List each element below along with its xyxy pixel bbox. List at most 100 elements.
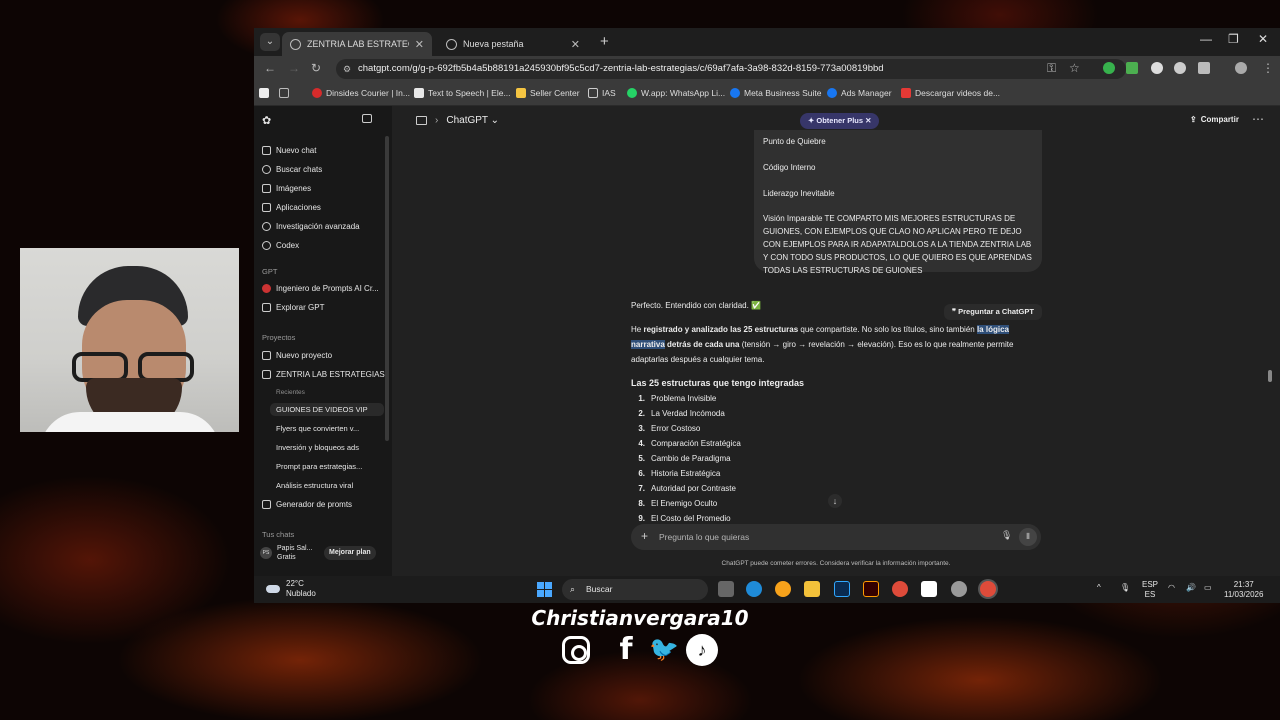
browser-window: ⌄ ZENTRIA LAB ESTRATEGIAS - C ✕ Nueva pe… bbox=[254, 28, 1280, 576]
tab-search-icon[interactable]: ⌄ bbox=[260, 33, 280, 51]
sidebar-item-research[interactable]: Investigación avanzada bbox=[262, 222, 360, 231]
check-extension-icon[interactable] bbox=[1126, 62, 1138, 74]
user-message-bubble: Punto de Quiebre Código Interno Liderazg… bbox=[754, 130, 1042, 275]
close-window-icon[interactable]: ✕ bbox=[1258, 32, 1268, 46]
mic-tray-icon[interactable]: 🎙 bbox=[1120, 583, 1130, 593]
wifi-icon[interactable]: ◠ bbox=[1168, 583, 1175, 593]
recent-chat-item[interactable]: GUIONES DE VIDEOS VIP bbox=[270, 403, 384, 416]
minimize-icon[interactable]: — bbox=[1200, 32, 1212, 46]
prompt-input[interactable] bbox=[659, 529, 959, 545]
facebook-icon: f bbox=[619, 632, 633, 667]
close-tab-icon[interactable]: ✕ bbox=[415, 38, 424, 51]
sidebar-item-new-chat[interactable]: Nuevo chat bbox=[262, 146, 316, 155]
url-field[interactable]: ⚙ chatgpt.com/g/g-p-692fb5b4a5b88191a245… bbox=[336, 59, 1126, 79]
reload-icon[interactable]: ↻ bbox=[311, 61, 321, 75]
twitter-icon: 🐦 bbox=[649, 636, 679, 663]
menu-kebab-icon[interactable]: ⋮ bbox=[1262, 61, 1274, 75]
edge-icon[interactable] bbox=[746, 581, 762, 597]
grid-icon bbox=[262, 303, 271, 312]
openai-logo-icon[interactable]: ✿ bbox=[262, 114, 271, 127]
chat-scrollbar[interactable] bbox=[1268, 370, 1272, 382]
pen-extension-icon[interactable] bbox=[1174, 62, 1186, 74]
puzzle-extension-icon[interactable] bbox=[1198, 62, 1210, 74]
tray-chevron-icon[interactable]: ^ bbox=[1097, 583, 1101, 593]
bookmark-meta-business[interactable]: Meta Business Suite bbox=[730, 88, 821, 98]
volume-icon[interactable]: 🔊 bbox=[1186, 583, 1196, 593]
bookmark-whatsapp[interactable]: W.app: WhatsApp Li... bbox=[627, 88, 725, 98]
file-explorer-icon[interactable] bbox=[804, 581, 820, 597]
sidebar-item-project-zentria[interactable]: ZENTRIA LAB ESTRATEGIAS bbox=[262, 370, 385, 379]
folder-icon[interactable] bbox=[416, 116, 427, 125]
shield-extension-icon[interactable] bbox=[1103, 62, 1115, 74]
tab-new[interactable]: Nueva pestaña ✕ bbox=[438, 32, 588, 56]
recent-chat-item[interactable]: Análisis estructura viral bbox=[276, 481, 353, 490]
chrome-active-icon[interactable] bbox=[980, 581, 996, 597]
photoshop-icon[interactable] bbox=[834, 581, 850, 597]
task-view-icon[interactable] bbox=[718, 581, 734, 597]
chrome-icon[interactable] bbox=[892, 581, 908, 597]
battery-icon[interactable]: ▭ bbox=[1204, 583, 1212, 593]
restore-icon[interactable]: ❐ bbox=[1228, 32, 1239, 46]
close-sidebar-icon[interactable] bbox=[362, 114, 372, 123]
sidebar-item-explore-gpt[interactable]: Explorar GPT bbox=[262, 303, 324, 312]
sidebar-item-search-chats[interactable]: Buscar chats bbox=[262, 165, 322, 174]
bookmark-star-icon[interactable]: ☆ bbox=[1069, 61, 1080, 75]
recent-chat-item[interactable]: Inversión y bloqueos ads bbox=[276, 443, 359, 452]
bookmark-seller-center[interactable]: Seller Center bbox=[516, 88, 580, 98]
message-line: Código Interno bbox=[763, 162, 816, 172]
sidebar-item-codex[interactable]: Codex bbox=[262, 241, 299, 250]
profile-avatar-icon[interactable] bbox=[1235, 62, 1247, 74]
assistant-paragraph: He registrado y analizado las 25 estruct… bbox=[631, 325, 1014, 364]
share-button[interactable]: ⇪ Compartir bbox=[1190, 115, 1239, 124]
get-plus-button[interactable]: ✦ Obtener Plus ✕ bbox=[800, 113, 880, 129]
new-tab-icon[interactable]: + bbox=[600, 33, 609, 50]
attach-plus-icon[interactable]: + bbox=[641, 529, 648, 543]
upgrade-plan-button[interactable]: Mejorar plan bbox=[324, 546, 376, 560]
tab-label: ZENTRIA LAB ESTRATEGIAS - C bbox=[307, 39, 409, 49]
extension-icon[interactable] bbox=[1151, 62, 1163, 74]
forward-icon[interactable]: → bbox=[288, 61, 300, 75]
user-profile[interactable]: PS Papis Sal... Gratis bbox=[260, 544, 312, 562]
search-app-icon[interactable] bbox=[775, 581, 791, 597]
sidebar-item-images[interactable]: Imágenes bbox=[262, 184, 311, 193]
section-header-projects: Proyectos bbox=[262, 333, 296, 342]
close-tab-icon[interactable]: ✕ bbox=[571, 38, 580, 51]
microphone-icon[interactable]: 🎙 bbox=[1001, 530, 1012, 541]
apps-grid-icon[interactable] bbox=[279, 88, 289, 98]
bookmark-dinsides[interactable]: Dinsides Courier | In... bbox=[312, 88, 410, 98]
search-icon: ⌕ bbox=[570, 584, 576, 594]
bookmark-folder-ias[interactable]: IAS bbox=[588, 88, 616, 98]
disclaimer-text: ChatGPT puede cometer errores. Considera… bbox=[721, 560, 951, 567]
sidebar-scrollbar[interactable] bbox=[385, 136, 389, 441]
key-icon[interactable]: ⚿ bbox=[1047, 61, 1056, 76]
scroll-down-icon[interactable]: ↓ bbox=[828, 494, 842, 508]
notion-icon[interactable] bbox=[921, 581, 937, 597]
sidebar-item-generator[interactable]: Generador de promts bbox=[262, 500, 352, 509]
taskbar-search[interactable]: ⌕ Buscar bbox=[562, 579, 708, 600]
more-options-icon[interactable]: ⋯ bbox=[1252, 112, 1264, 126]
site-info-icon[interactable]: ⚙ bbox=[343, 59, 351, 79]
address-bar-row: ← → ↻ ⚙ chatgpt.com/g/g-p-692fb5b4a5b881… bbox=[254, 56, 1280, 82]
recent-chat-item[interactable]: Flyers que convierten v... bbox=[276, 424, 359, 433]
bookmark-square-icon[interactable] bbox=[259, 88, 269, 98]
recent-chat-item[interactable]: Prompt para estrategias... bbox=[276, 462, 362, 471]
chatgpt-app-icon[interactable] bbox=[951, 581, 967, 597]
sidebar-item-new-project[interactable]: Nuevo proyecto bbox=[262, 351, 332, 360]
ask-chatgpt-button[interactable]: ❞ Preguntar a ChatGPT bbox=[944, 304, 1042, 320]
avatar: PS bbox=[260, 547, 272, 559]
windows-start-icon[interactable] bbox=[537, 582, 552, 597]
list-item: 6. Historia Estratégica bbox=[638, 469, 721, 478]
bookmark-ads-manager[interactable]: Ads Manager bbox=[827, 88, 892, 98]
tab-zentria[interactable]: ZENTRIA LAB ESTRATEGIAS - C ✕ bbox=[282, 32, 432, 56]
model-selector[interactable]: ChatGPT ⌄ bbox=[446, 115, 499, 126]
clock[interactable]: 21:37 11/03/2026 bbox=[1224, 580, 1263, 600]
language-indicator[interactable]: ESP ES bbox=[1142, 580, 1158, 600]
sidebar-item-apps[interactable]: Aplicaciones bbox=[262, 203, 321, 212]
bookmark-descargar-videos[interactable]: Descargar videos de... bbox=[901, 88, 1000, 98]
voice-mode-icon[interactable]: ⦀ bbox=[1019, 528, 1037, 546]
weather-widget[interactable]: 22°C Nublado bbox=[266, 579, 316, 599]
illustrator-icon[interactable] bbox=[863, 581, 879, 597]
sidebar-item-prompt-engineer[interactable]: Ingeniero de Prompts AI Cr... bbox=[262, 284, 379, 293]
bookmark-text-to-speech[interactable]: Text to Speech | Ele... bbox=[414, 88, 511, 98]
back-icon[interactable]: ← bbox=[264, 61, 276, 75]
